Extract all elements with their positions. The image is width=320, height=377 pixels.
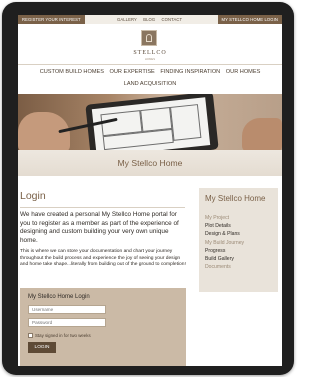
gallery-link[interactable]: GALLERY — [117, 17, 137, 22]
nav-finding-inspiration[interactable]: FINDING INSPIRATION — [160, 69, 220, 75]
nav-our-homes[interactable]: OUR HOMES — [226, 69, 261, 75]
nav-land-acquisition[interactable]: LAND ACQUISITION — [18, 81, 282, 87]
blog-link[interactable]: BLOG — [143, 17, 155, 22]
logo-icon — [141, 30, 157, 46]
sidebar-menu: My Project Plot Details Design & Plans M… — [205, 214, 244, 271]
main-nav: CUSTOM BUILD HOMES OUR EXPERTISE FINDING… — [18, 64, 282, 94]
hero-image — [18, 94, 282, 150]
login-button[interactable]: LOGIN — [28, 342, 56, 353]
sidebar-item-my-project[interactable]: My Project — [205, 214, 244, 222]
tablet-frame: REGISTER YOUR INTEREST GALLERY BLOG CONT… — [2, 2, 294, 375]
remember-label: Stay signed in for two weeks — [35, 333, 91, 338]
page-title: My Stellco Home — [117, 158, 183, 168]
page-banner: My Stellco Home — [18, 150, 282, 176]
register-interest-link[interactable]: REGISTER YOUR INTEREST — [18, 15, 85, 24]
login-heading: Login — [20, 190, 46, 202]
logo-sub: HOMES — [144, 57, 156, 61]
top-bar: REGISTER YOUR INTEREST GALLERY BLOG CONT… — [18, 15, 282, 24]
logo[interactable]: STELLCO HOMES — [18, 24, 282, 64]
nav-custom-build-homes[interactable]: CUSTOM BUILD HOMES — [40, 69, 104, 75]
top-links: GALLERY BLOG CONTACT — [117, 15, 187, 24]
screen: REGISTER YOUR INTEREST GALLERY BLOG CONT… — [18, 15, 282, 366]
password-input[interactable] — [28, 318, 106, 327]
logo-brand: STELLCO — [133, 50, 167, 56]
sidebar-title: My Stellco Home — [205, 194, 266, 203]
main-content: Login We have created a personal My Stel… — [18, 176, 282, 366]
login-form: My Stellco Home Login Stay signed in for… — [20, 288, 186, 366]
sidebar-item-documents[interactable]: Documents — [205, 263, 244, 271]
divider — [20, 207, 185, 208]
sidebar-item-build-gallery[interactable]: Build Gallery — [205, 255, 244, 263]
username-input[interactable] — [28, 305, 106, 314]
sidebar: My Stellco Home My Project Plot Details … — [199, 188, 278, 292]
my-login-link[interactable]: MY STELLCO HOME LOGIN — [217, 15, 282, 24]
remember-me[interactable]: Stay signed in for two weeks — [28, 333, 91, 338]
description-text: This is where we can store your document… — [20, 249, 186, 268]
sidebar-item-design-plans[interactable]: Design & Plans — [205, 230, 244, 238]
contact-link[interactable]: CONTACT — [162, 17, 183, 22]
login-form-title: My Stellco Home Login — [28, 294, 90, 300]
sidebar-item-my-build-journey[interactable]: My Build Journey — [205, 239, 244, 247]
remember-checkbox[interactable] — [28, 333, 33, 338]
sidebar-item-progress[interactable]: Progress — [205, 247, 244, 255]
intro-text: We have created a personal My Stellco Ho… — [20, 211, 179, 244]
sidebar-item-plot-details[interactable]: Plot Details — [205, 222, 244, 230]
nav-our-expertise[interactable]: OUR EXPERTISE — [110, 69, 155, 75]
